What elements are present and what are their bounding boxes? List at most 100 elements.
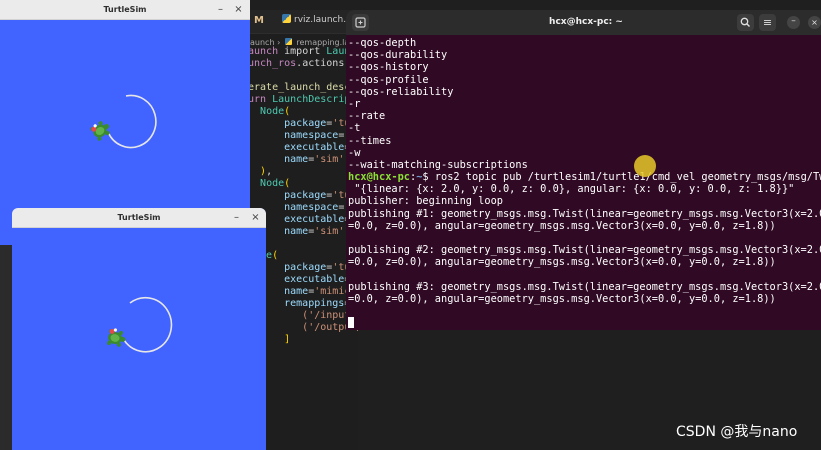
code-line: package='turtl [248, 118, 358, 130]
output-text: =0.0, z=0.0), angular=geometry_msgs.msg.… [348, 256, 776, 269]
editor-tab-bar: M rviz.launch.py [248, 10, 358, 34]
output-text: -r [348, 97, 361, 110]
window-titlebar[interactable]: TurtleSim – × [0, 0, 250, 20]
output-text: --qos-history [348, 61, 429, 74]
code-token: aunch [248, 46, 279, 57]
terminal-line: --rate [348, 110, 821, 122]
code-line: erate_launch_descri [248, 82, 358, 94]
output-text: --rate [348, 110, 386, 123]
code-token: 'sim' [314, 226, 345, 237]
terminal-line: "{linear: {x: 2.0, y: 0.0, z: 0.0}, angu… [348, 183, 821, 195]
terminal-line: -r [348, 98, 821, 110]
output-text: --times [348, 134, 392, 147]
output-text: publishing #2: geometry_msgs.msg.Twist(l… [348, 244, 821, 257]
code-token: .actions [296, 58, 351, 69]
code-token: name [248, 154, 309, 165]
code-line: aunch import LaunchD [248, 46, 358, 58]
code-token: unch_ros [248, 58, 297, 69]
terminal-line: =0.0, z=0.0), angular=geometry_msgs.msg.… [348, 220, 821, 232]
code-token: erate_launch_descri [248, 82, 358, 93]
output-text: --qos-depth [348, 37, 417, 49]
prompt-prompt: $ [422, 171, 435, 184]
code-token: 'sim' [314, 154, 345, 165]
code-line: executable='tu [248, 142, 358, 154]
code-token: Node [260, 106, 285, 117]
terminal-line: =0.0, z=0.0), angular=geometry_msgs.msg.… [348, 256, 821, 268]
search-icon [740, 17, 750, 27]
prompt-user: hcx@hcx-pc [348, 171, 410, 184]
code-line: name='sim' [248, 154, 358, 166]
close-button[interactable]: × [808, 16, 821, 29]
text-cursor [348, 317, 354, 329]
background-window [0, 245, 12, 450]
terminal-line: --qos-reliability [348, 86, 821, 98]
terminal-output[interactable]: --qos-depth --qos-durability --qos-history… [348, 37, 821, 330]
terminal-line: --qos-depth [348, 37, 821, 49]
output-text: --qos-reliability [348, 85, 454, 98]
terminal-line: --qos-durability [348, 49, 821, 61]
terminal-line: --qos-history [348, 61, 821, 73]
code-line: Node( [248, 178, 358, 190]
output-text: publisher: beginning loop [348, 195, 503, 208]
prompt-text: ros2 topic pub /turtlesim1/turtle1/cmd_v… [434, 171, 821, 184]
code-line: urn LaunchDescripti [248, 94, 358, 106]
terminal-line: --qos-profile [348, 74, 821, 86]
output-text: --qos-durability [348, 49, 448, 62]
mouse-pointer-highlight [634, 155, 656, 177]
code-token: namespace [248, 130, 339, 141]
output-text: publishing #1: geometry_msgs.msg.Twist(l… [348, 207, 821, 220]
code-token: Node [260, 178, 285, 189]
code-token: ( [284, 178, 291, 189]
code-line: Node( [248, 106, 358, 118]
code-token: executable [248, 142, 345, 153]
python-file-icon [284, 38, 292, 45]
terminal-line: --wait-matching-subscriptions [348, 159, 821, 171]
turtlesim-canvas [12, 228, 266, 450]
terminal-window[interactable]: hcx@hcx-pc: ~ ≡ – × --qos-depth --qos-dur… [346, 10, 821, 330]
terminal-line: --times [348, 135, 821, 147]
output-text: =0.0, z=0.0), angular=geometry_msgs.msg.… [348, 292, 776, 305]
code-token: ( [272, 250, 279, 261]
code-line: unch_ros.actions im [248, 58, 358, 70]
terminal-line: publishing #2: geometry_msgs.msg.Twist(l… [348, 244, 821, 256]
output-text: -t [348, 122, 361, 135]
watermark: CSDN @我与nano [676, 424, 798, 440]
code-token: package [248, 118, 327, 129]
output-text: --wait-matching-subscriptions [348, 158, 528, 171]
turtle-icon [90, 121, 110, 141]
turtle-icon [107, 328, 126, 347]
terminal-line: publisher: beginning loop [348, 195, 821, 207]
code-line: ), [248, 166, 358, 178]
code-token: import [278, 46, 327, 57]
python-file-icon [282, 14, 291, 23]
turtlesim-window-2[interactable]: TurtleSim – × [12, 208, 266, 450]
window-title: TurtleSim [117, 213, 161, 222]
modified-marker: M [254, 15, 264, 26]
minimize-button[interactable]: – [787, 16, 800, 29]
terminal-line: publishing #3: geometry_msgs.msg.Twist(l… [348, 281, 821, 293]
code-token: package [248, 190, 327, 201]
code-token: urn [248, 94, 273, 105]
menu-button[interactable]: ≡ [759, 14, 776, 31]
terminal-header[interactable]: hcx@hcx-pc: ~ ≡ – × [346, 10, 821, 35]
minimize-button[interactable]: – [213, 2, 228, 17]
output-text: =0.0, z=0.0), angular=geometry_msgs.msg.… [348, 219, 776, 232]
terminal-line: hcx@hcx-pc:~$ ros2 topic pub /turtlesim1… [348, 171, 821, 183]
window-titlebar[interactable]: TurtleSim – × [12, 208, 266, 228]
terminal-line: -t [348, 122, 821, 134]
close-button[interactable]: × [231, 2, 246, 17]
code-line: namespace='tur [248, 130, 358, 142]
terminal-line: -w [348, 147, 821, 159]
output-text: publishing #3: geometry_msgs.msg.Twist(l… [348, 280, 821, 293]
search-button[interactable] [737, 14, 754, 31]
minimize-button[interactable]: – [229, 210, 244, 225]
close-button[interactable]: × [248, 210, 263, 225]
code-token: ( [284, 106, 291, 117]
code-token: , [266, 166, 273, 177]
code-line: package='turtl [248, 190, 358, 202]
output-text: -w [348, 146, 361, 159]
